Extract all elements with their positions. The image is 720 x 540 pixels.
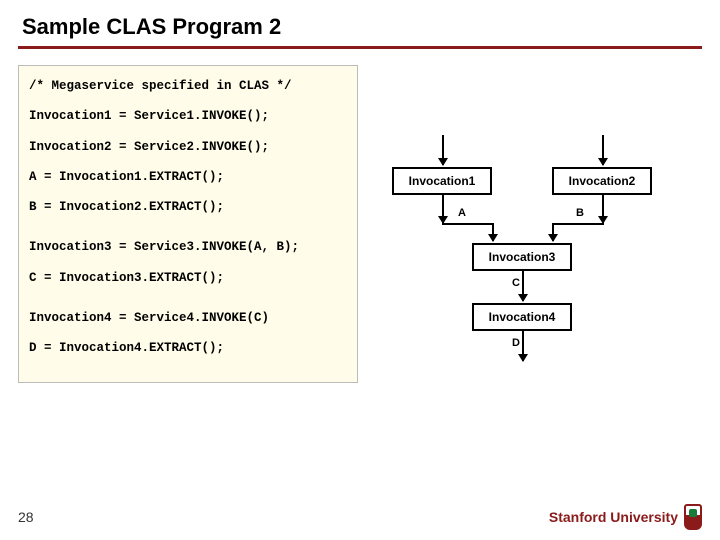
slide: Sample CLAS Program 2 /* Megaservice spe… <box>0 0 720 540</box>
code-line: Invocation1 = Service1.INVOKE(); <box>29 108 347 124</box>
edge-label-b: B <box>576 207 584 219</box>
arrow-b-horiz <box>552 223 604 225</box>
node-invocation4: Invocation4 <box>472 303 572 331</box>
content-row: /* Megaservice specified in CLAS */ Invo… <box>0 65 720 383</box>
code-line: D = Invocation4.EXTRACT(); <box>29 340 347 356</box>
code-line: /* Megaservice specified in CLAS */ <box>29 78 347 94</box>
code-line: Invocation2 = Service2.INVOKE(); <box>29 139 347 155</box>
arrow-a-horiz <box>442 223 492 225</box>
arrow-a-into-inv3 <box>492 223 494 241</box>
edge-label-c: C <box>512 277 520 289</box>
code-line: C = Invocation3.EXTRACT(); <box>29 270 347 286</box>
arrow-b-down <box>602 195 604 223</box>
arrow-a-down <box>442 195 444 223</box>
title-rule <box>18 46 702 49</box>
code-block: /* Megaservice specified in CLAS */ Invo… <box>18 65 358 383</box>
stanford-logo-icon <box>684 504 702 530</box>
edge-label-a: A <box>458 207 466 219</box>
flow-diagram: Invocation1 Invocation2 A B Invocation3 … <box>372 135 702 383</box>
org-name: Stanford University <box>549 509 678 525</box>
code-line: A = Invocation1.EXTRACT(); <box>29 169 347 185</box>
arrow-into-inv1 <box>442 135 444 165</box>
arrow-b-into-inv3 <box>552 223 554 241</box>
org-block: Stanford University <box>549 504 702 530</box>
code-gap <box>29 300 347 310</box>
code-gap <box>29 229 347 239</box>
arrow-c <box>522 271 524 301</box>
arrow-into-inv2 <box>602 135 604 165</box>
node-invocation2: Invocation2 <box>552 167 652 195</box>
page-number: 28 <box>18 509 34 525</box>
code-line: Invocation4 = Service4.INVOKE(C) <box>29 310 347 326</box>
node-invocation1: Invocation1 <box>392 167 492 195</box>
arrow-d <box>522 331 524 361</box>
footer: 28 Stanford University <box>0 504 720 530</box>
slide-title: Sample CLAS Program 2 <box>0 0 720 46</box>
code-line: Invocation3 = Service3.INVOKE(A, B); <box>29 239 347 255</box>
edge-label-d: D <box>512 337 520 349</box>
node-invocation3: Invocation3 <box>472 243 572 271</box>
code-line: B = Invocation2.EXTRACT(); <box>29 199 347 215</box>
